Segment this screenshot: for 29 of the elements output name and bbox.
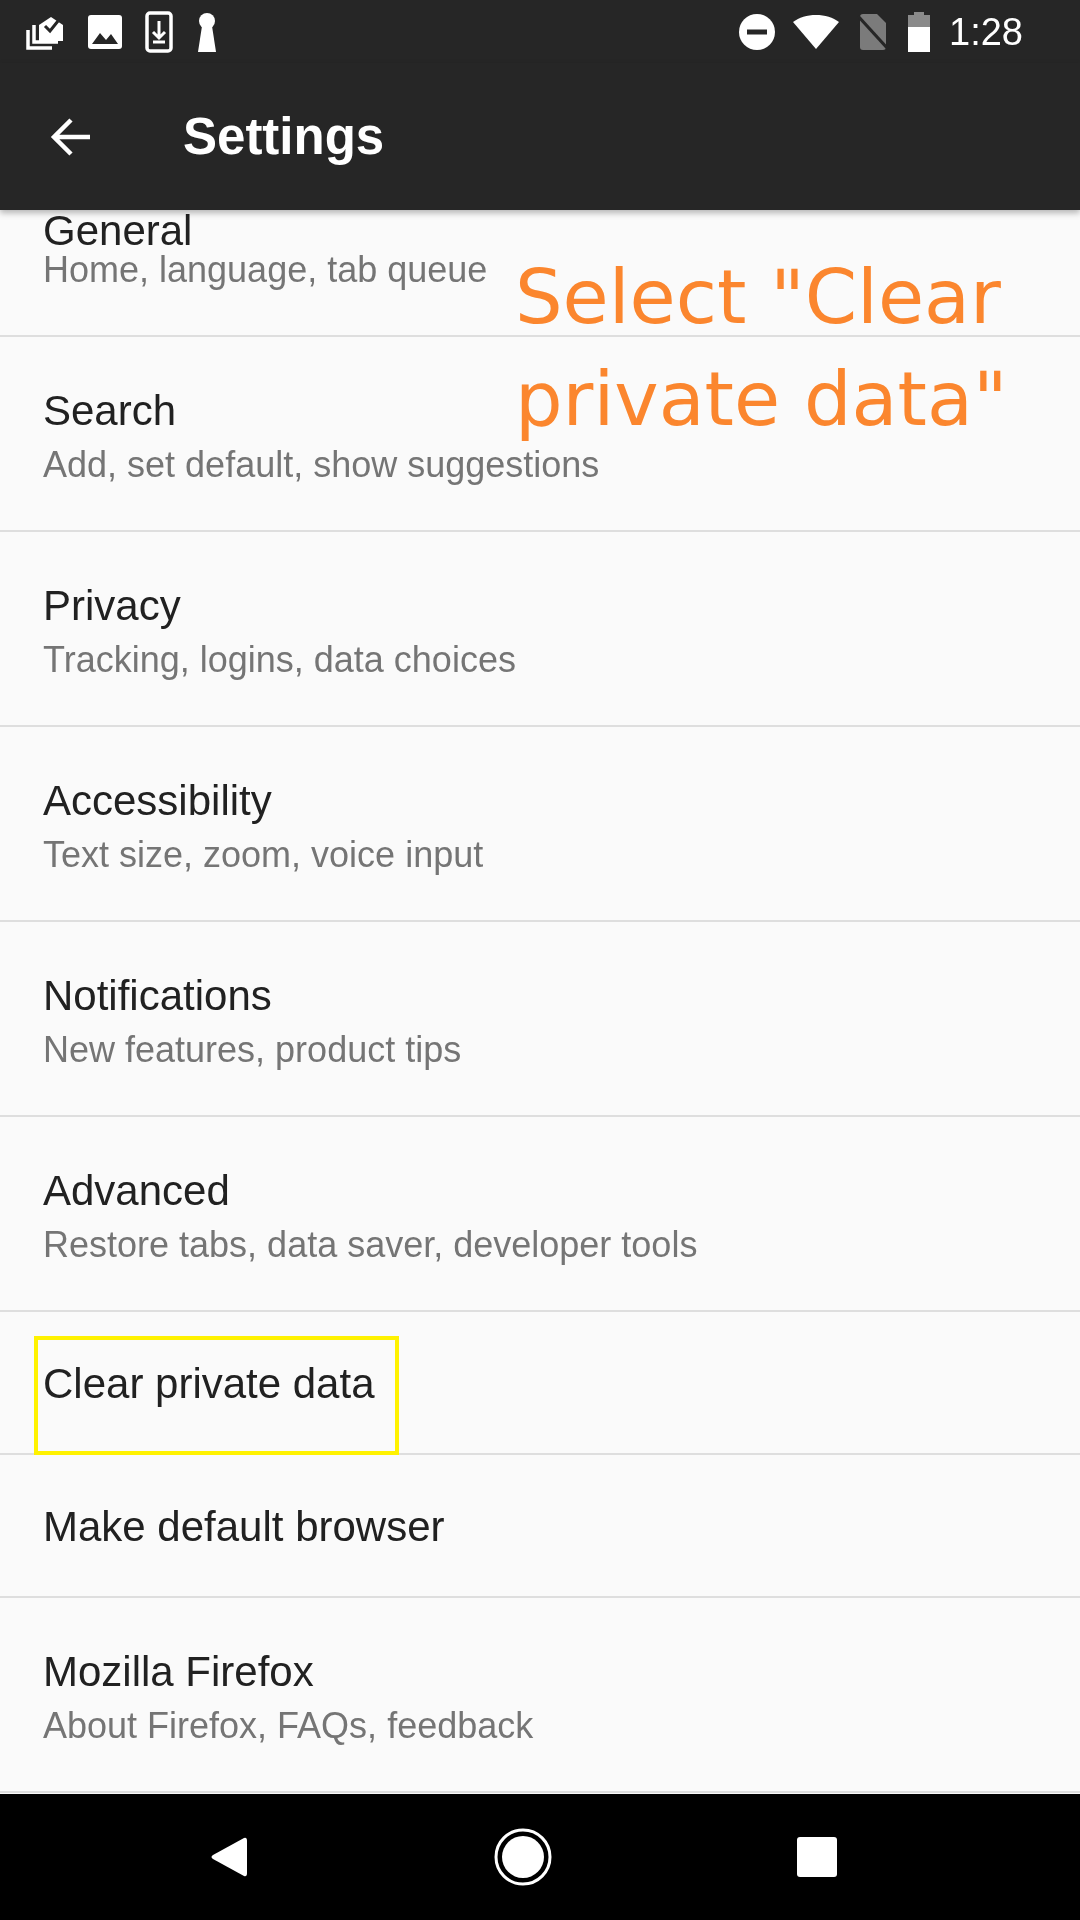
setting-title[interactable]: Notifications bbox=[43, 971, 272, 1021]
annotation-text: Select "Clear private data" bbox=[515, 252, 1009, 445]
setting-title[interactable]: Mozilla Firefox bbox=[43, 1647, 314, 1697]
setting-summary: Text size, zoom, voice input bbox=[43, 833, 484, 877]
keyhole-icon bbox=[195, 11, 219, 52]
setting-summary: Restore tabs, data saver, developer tools bbox=[43, 1223, 698, 1267]
square-icon bbox=[797, 1837, 837, 1877]
setting-title[interactable]: Accessibility bbox=[43, 776, 272, 826]
back-arrow-icon bbox=[50, 116, 92, 157]
setting-summary: Tracking, logins, data choices bbox=[43, 638, 516, 682]
home-circle-icon bbox=[494, 1828, 552, 1886]
do-not-disturb-icon bbox=[739, 13, 776, 50]
image-icon bbox=[87, 13, 123, 50]
battery-icon bbox=[907, 11, 932, 52]
setting-summary: About Firefox, FAQs, feedback bbox=[43, 1704, 534, 1748]
status-time: 1:28 bbox=[949, 9, 1023, 54]
screen-title: Settings bbox=[183, 106, 385, 167]
back-triangle-icon bbox=[210, 1836, 248, 1878]
phone-download-icon bbox=[145, 10, 173, 53]
setting-title[interactable]: Clear private data bbox=[43, 1359, 375, 1409]
setting-summary: Add, set default, show suggestions bbox=[43, 443, 600, 487]
setting-title[interactable]: Make default browser bbox=[43, 1502, 445, 1552]
setting-title[interactable]: Privacy bbox=[43, 581, 181, 631]
setting-summary: New features, product tips bbox=[43, 1028, 462, 1072]
setting-title[interactable]: General bbox=[43, 212, 193, 250]
setting-title[interactable]: Search bbox=[43, 386, 177, 436]
setting-title[interactable]: Advanced bbox=[43, 1166, 230, 1216]
wifi-icon bbox=[793, 14, 840, 49]
setting-summary: Home, language, tab queue bbox=[43, 250, 488, 290]
